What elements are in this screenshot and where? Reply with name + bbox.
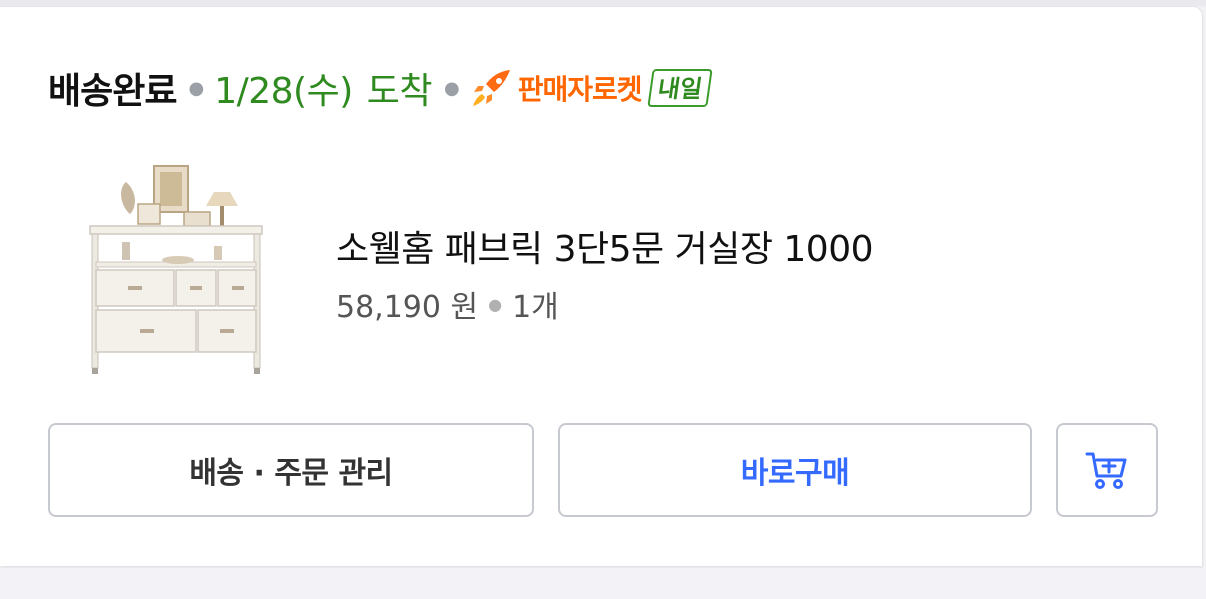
arrival-date: 1/28(수) [214, 71, 353, 112]
delivery-badge: 내일 [646, 69, 713, 107]
delivery-status-row: 배송완료 ● 1/28(수) 도착 ● 판매자로켓 내일 [48, 58, 713, 118]
buy-now-button[interactable]: 바로구매 [558, 423, 1032, 517]
manage-order-button[interactable]: 배송 · 주문 관리 [48, 423, 534, 517]
separator-dot: ● [188, 77, 205, 99]
separator-dot: ● [488, 294, 503, 314]
separator-dot: ● [444, 77, 460, 99]
product-image[interactable] [82, 162, 270, 376]
arrival-label: 도착 [366, 71, 433, 112]
delivery-type: 판매자로켓 [517, 73, 643, 106]
product-name[interactable]: 소웰홈 패브릭 3단5문 거실장 1000 [336, 220, 874, 272]
rocket-icon [472, 70, 510, 106]
product-price: 58,190 원 [336, 290, 479, 325]
bottom-divider [0, 568, 1206, 599]
add-to-cart-button[interactable] [1056, 423, 1158, 517]
delivery-status: 배송완료 [48, 71, 177, 112]
product-quantity: 1개 [512, 290, 559, 325]
add-to-cart-icon [1085, 452, 1127, 489]
price-row: 58,190 원 ● 1개 [336, 282, 559, 326]
arrival-info: 1/28(수) 도착 [214, 62, 432, 114]
